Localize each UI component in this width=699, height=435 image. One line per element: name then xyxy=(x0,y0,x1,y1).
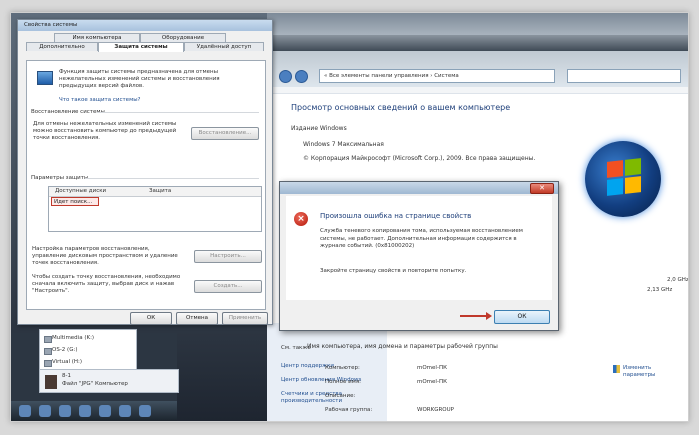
cpu-speed: 2,0 GHz xyxy=(667,277,689,283)
apply-button[interactable]: Применить xyxy=(222,312,268,325)
cpu-speed-2: 2,13 GHz xyxy=(647,287,673,293)
tab-computer-name[interactable]: Имя компьютера xyxy=(54,33,140,42)
search-input[interactable] xyxy=(567,69,681,83)
taskbar-app-icon[interactable] xyxy=(119,405,131,417)
restore-text: Для отмены нежелательных изменений систе… xyxy=(33,121,177,141)
restore-group-title: Восстановление системы xyxy=(31,109,105,115)
taskbar xyxy=(11,401,177,421)
row-label: Описание: xyxy=(325,393,356,399)
toolbar xyxy=(267,87,688,94)
create-button[interactable]: Создать... xyxy=(194,280,262,293)
edition-value: Windows 7 Максимальная xyxy=(303,141,384,148)
system-properties-dialog: Свойства системы Имя компьютера Оборудов… xyxy=(17,19,273,325)
blurred-taskbar-strip xyxy=(267,35,688,51)
image-thumbnail-icon xyxy=(45,375,57,389)
divider xyxy=(85,178,259,179)
close-icon[interactable]: ✕ xyxy=(530,183,554,194)
drive-item[interactable]: OS-2 (G:) xyxy=(52,347,77,353)
file-name: 8-1 xyxy=(62,373,71,379)
back-icon[interactable] xyxy=(279,70,292,83)
start-icon[interactable] xyxy=(19,405,31,417)
tab-advanced[interactable]: Дополнительно xyxy=(26,42,98,51)
address-bar[interactable]: « Все элементы панели управления › Систе… xyxy=(319,69,555,83)
forward-icon[interactable] xyxy=(295,70,308,83)
configure-button[interactable]: Настроить... xyxy=(194,250,262,263)
file-preview[interactable]: 8-1 Файл "JPG" Компьютер xyxy=(39,369,179,393)
row-value: mOmel-ПК xyxy=(417,365,447,371)
what-is-protection-link[interactable]: Что такое защита системы? xyxy=(59,97,140,104)
row-label: Полное имя: xyxy=(325,379,361,385)
taskbar-app-icon[interactable] xyxy=(99,405,111,417)
protect-group-title: Параметры защиты xyxy=(31,175,89,181)
table-row[interactable]: Идет поиск... xyxy=(51,197,99,206)
error-dialog-titlebar: ✕ xyxy=(280,182,558,194)
red-arrow-head xyxy=(486,312,492,320)
edition-label: Издание Windows xyxy=(291,125,347,132)
drive-item[interactable]: Virtual (H:) xyxy=(52,359,82,365)
taskbar-app-icon[interactable] xyxy=(79,405,91,417)
error-footer: Закройте страницу свойств и повторите по… xyxy=(320,268,467,274)
tab-system-protection[interactable]: Защита системы xyxy=(98,42,184,52)
change-settings-link[interactable]: Изменить параметры xyxy=(623,365,683,379)
drive-icon xyxy=(44,360,52,367)
shield-icon xyxy=(613,365,620,373)
drives-table: Доступные диски Защита Идет поиск... xyxy=(48,186,262,232)
restore-button[interactable]: Восстановление... xyxy=(191,127,259,140)
drive-icon xyxy=(44,336,52,343)
page-title: Просмотр основных сведений о вашем компь… xyxy=(291,103,511,112)
error-icon: × xyxy=(294,212,308,226)
name-group-title: Имя компьютера, имя домена и параметры р… xyxy=(307,343,498,350)
protection-tab-page: Функция защиты системы предназначена для… xyxy=(26,60,266,310)
divider xyxy=(97,112,259,113)
file-type: Файл "JPG" Компьютер xyxy=(62,381,128,387)
copyright-text: © Корпорация Майкрософт (Microsoft Corp.… xyxy=(303,155,536,162)
error-heading: Произошла ошибка на странице свойств xyxy=(320,212,472,220)
error-message: Служба теневого копирования тома, исполь… xyxy=(320,228,523,249)
config-text: Настройка параметров восстановления, упр… xyxy=(32,246,178,266)
col-drives: Доступные диски xyxy=(55,188,107,194)
row-value: WORKGROUP xyxy=(417,407,454,413)
table-header: Доступные диски Защита xyxy=(49,187,261,197)
system-protection-icon xyxy=(37,71,53,85)
row-label: Рабочая группа: xyxy=(325,407,373,413)
screenshot-frame: « Все элементы панели управления › Систе… xyxy=(10,12,689,422)
row-value: mOmel-ПК xyxy=(417,379,447,385)
create-text: Чтобы создать точку восстановления, необ… xyxy=(32,274,181,294)
col-protection: Защита xyxy=(149,188,172,194)
cancel-button[interactable]: Отмена xyxy=(176,312,218,325)
taskbar-app-icon[interactable] xyxy=(59,405,71,417)
error-ok-button[interactable]: ОК xyxy=(494,310,550,324)
row-label: Компьютер: xyxy=(325,365,360,371)
taskbar-app-icon[interactable] xyxy=(39,405,51,417)
error-dialog: ✕ × Произошла ошибка на странице свойств… xyxy=(279,181,559,331)
tab-hardware[interactable]: Оборудование xyxy=(140,33,226,42)
drive-item[interactable]: Multimedia (K:) xyxy=(52,335,94,341)
ok-button[interactable]: ОК xyxy=(130,312,172,325)
dialog-title: Свойства системы xyxy=(18,20,272,31)
windows-logo-icon xyxy=(585,141,661,217)
taskbar-app-icon[interactable] xyxy=(139,405,151,417)
drive-icon xyxy=(44,348,52,355)
tab-remote[interactable]: Удалённый доступ xyxy=(184,42,264,51)
description-text: Функция защиты системы предназначена для… xyxy=(59,69,220,89)
